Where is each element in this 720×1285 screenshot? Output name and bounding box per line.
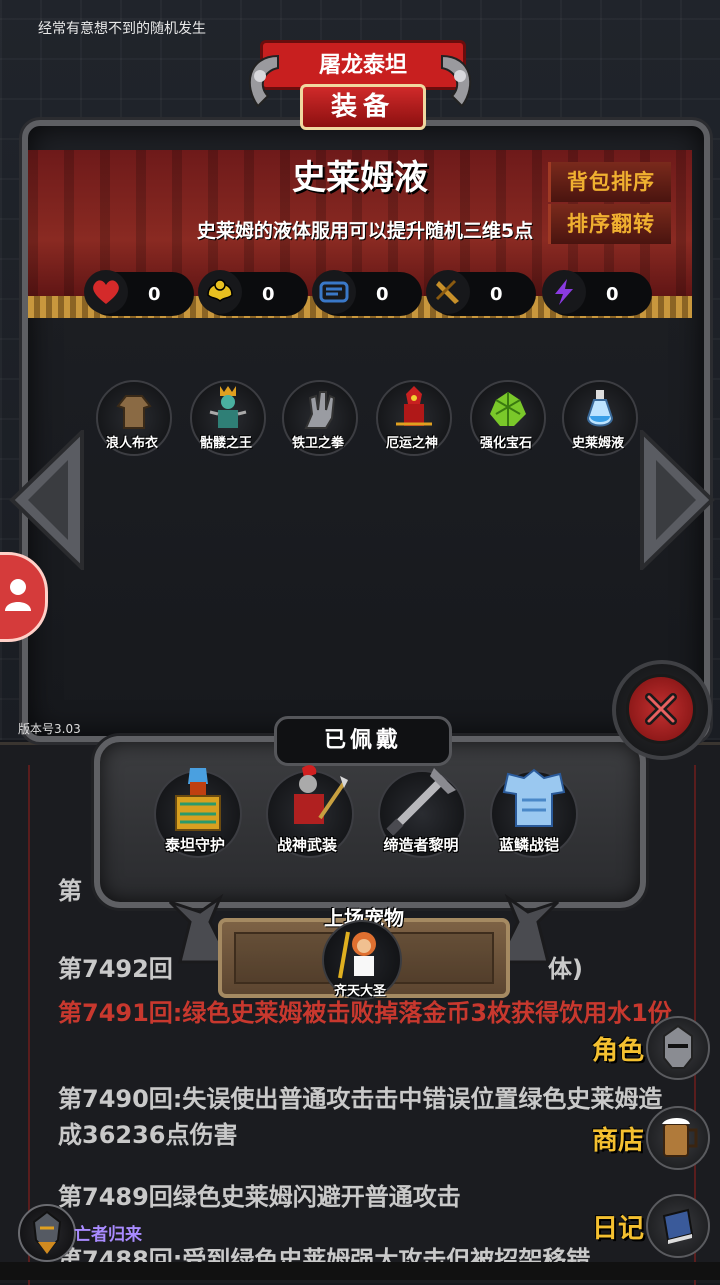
user-icon <box>5 579 31 611</box>
monkey-king-icon <box>338 931 376 979</box>
blue-scale-armor-icon <box>502 768 566 827</box>
dark-knight-icon <box>32 1210 62 1254</box>
close-button[interactable] <box>612 660 712 760</box>
menu-role-button[interactable]: 角色 <box>592 1016 712 1080</box>
equipped-item-label: 战神武装 <box>276 836 337 854</box>
war-god-armor-icon <box>294 765 348 824</box>
banner-front-title: 装备 <box>300 84 426 130</box>
close-icon <box>645 693 677 725</box>
stat-magic: 0 <box>542 270 652 316</box>
log-line: 第7490回:失误使出普通攻击击中错误位置绿色史莱姆造成36236点伤害 <box>58 1085 663 1149</box>
version-label: 版本号3.03 <box>18 722 81 736</box>
gem-icon <box>490 392 526 426</box>
titan-guard-icon <box>175 768 221 831</box>
ornament-right-icon <box>441 54 472 108</box>
stat-health: 0 <box>84 270 194 316</box>
bag-item-label: 骷髅之王 <box>199 436 252 451</box>
bag-item-label: 铁卫之拳 <box>291 436 344 451</box>
stat-attack: 0 <box>426 270 536 316</box>
equipped-item-label: 缔造者黎明 <box>383 836 459 854</box>
bag-item-label: 史莱姆液 <box>571 436 624 451</box>
iron-gauntlet-icon <box>304 391 336 429</box>
menu-shop-label: 商店 <box>592 1126 645 1156</box>
stat-value: 0 <box>606 284 619 305</box>
heart-icon <box>84 270 128 314</box>
lightning-icon <box>542 270 586 314</box>
bottom-bar <box>0 1262 720 1280</box>
equipped-item-label: 泰坦守护 <box>164 836 225 854</box>
skeleton-king-icon <box>209 386 247 428</box>
menu-role-label: 角色 <box>592 1036 645 1066</box>
player-avatar <box>18 1204 76 1262</box>
dawn-blade-icon <box>386 768 456 836</box>
menu-diary-label: 日记 <box>592 1214 645 1244</box>
stat-value: 0 <box>262 284 275 305</box>
pet-name: 齐天大圣 <box>333 984 386 999</box>
sort-bag-button[interactable]: 背包排序 <box>548 162 671 202</box>
helmet-icon <box>646 1016 710 1080</box>
beer-mug-icon <box>646 1106 710 1170</box>
potion-icon <box>586 390 614 427</box>
book-icon <box>646 1194 710 1258</box>
bag-item-label: 厄运之神 <box>385 436 438 451</box>
menu-shop-button[interactable]: 商店 <box>592 1106 712 1170</box>
menu-diary-button[interactable]: 日记 <box>592 1194 712 1258</box>
stat-value: 0 <box>376 284 389 305</box>
arrow-right-icon[interactable] <box>636 430 716 570</box>
stat-strength: 0 <box>198 270 308 316</box>
stat-value: 0 <box>148 284 161 305</box>
player-name: 亡者归来 <box>74 1225 142 1245</box>
stat-defense: 0 <box>312 270 422 316</box>
sort-reverse-button[interactable]: 排序翻转 <box>548 204 671 244</box>
ornament-left-icon <box>248 54 279 108</box>
strength-icon <box>198 270 242 314</box>
arrow-left-icon[interactable] <box>8 430 88 570</box>
bag-item-label: 浪人布衣 <box>105 436 158 451</box>
stat-value: 0 <box>490 284 503 305</box>
equipped-title: 已佩戴 <box>274 716 452 766</box>
cloth-robe-icon <box>116 395 152 429</box>
weapon-icon <box>426 270 470 314</box>
title-banner: 屠龙泰坦 装备 <box>240 40 480 130</box>
doom-god-icon <box>396 386 432 426</box>
equipped-item-label: 蓝鳞战铠 <box>498 836 559 854</box>
player-info[interactable]: 亡者归来 <box>18 1204 218 1262</box>
armor-icon <box>312 270 356 314</box>
top-hint-text: 经常有意想不到的随机发生 <box>38 21 206 37</box>
bag-item-label: 强化宝石 <box>479 436 532 451</box>
